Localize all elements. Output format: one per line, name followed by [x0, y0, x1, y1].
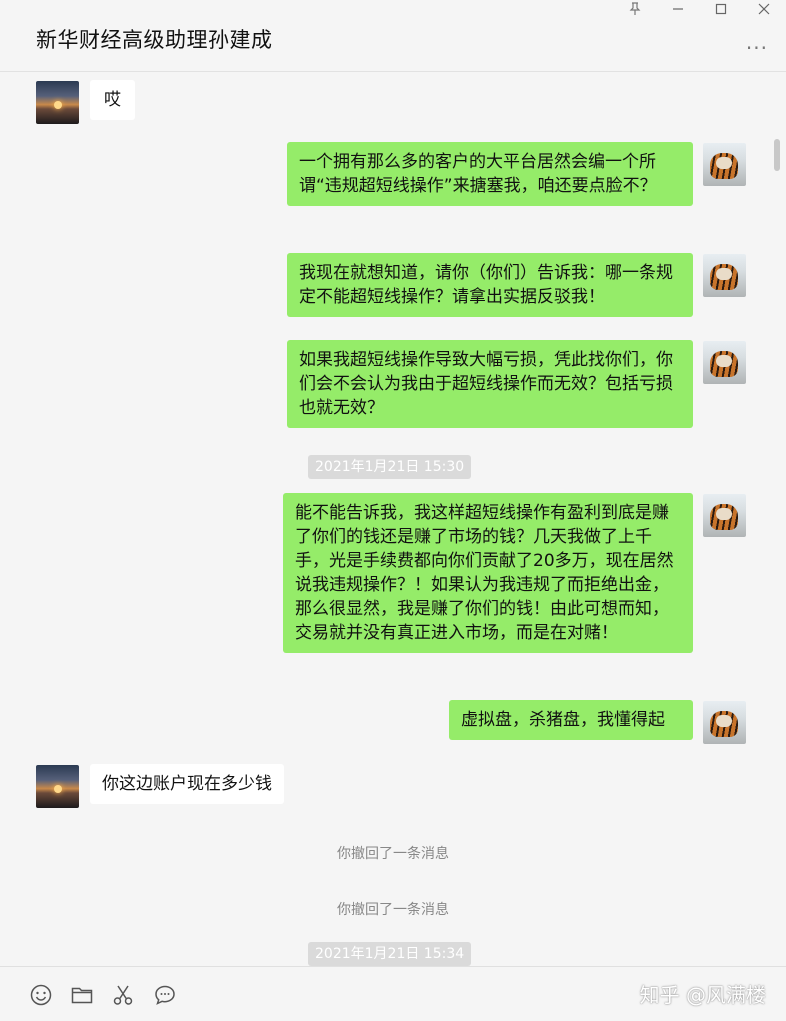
contact-avatar[interactable]: [36, 765, 79, 808]
emoji-icon[interactable]: [29, 983, 53, 1007]
pin-icon[interactable]: [624, 2, 646, 22]
more-options-button[interactable]: ···: [746, 36, 768, 60]
message-bubble-outgoing[interactable]: 能不能告诉我，我这样超短线操作有盈利到底是赚了你们的钱还是赚了市场的钱？几天我做…: [283, 493, 693, 653]
contact-avatar[interactable]: [36, 81, 79, 124]
message-bubble-incoming[interactable]: 你这边账户现在多少钱: [90, 764, 284, 804]
folder-icon[interactable]: [70, 983, 94, 1007]
self-avatar[interactable]: [703, 701, 746, 744]
input-toolbar: 知乎 @风满楼: [0, 966, 786, 1021]
chat-message-list[interactable]: 哎 一个拥有那么多的客户的大平台居然会编一个所谓“违规超短线操作”来搪塞我，咱还…: [0, 73, 786, 966]
self-avatar[interactable]: [703, 254, 746, 297]
scrollbar-thumb[interactable]: [774, 139, 780, 171]
message-bubble-outgoing[interactable]: 一个拥有那么多的客户的大平台居然会编一个所谓“违规超短线操作”来搪塞我，咱还要点…: [287, 142, 693, 206]
message-bubble-outgoing[interactable]: 如果我超短线操作导致大幅亏损，凭此找你们，你们会不会认为我由于超短线操作而无效？…: [287, 340, 693, 428]
chat-bubble-icon[interactable]: [153, 983, 177, 1007]
scissors-icon[interactable]: [111, 983, 135, 1007]
recall-notice: 你撤回了一条消息: [337, 902, 449, 918]
message-bubble-incoming[interactable]: 哎: [90, 80, 135, 120]
message-bubble-outgoing[interactable]: 虚拟盘，杀猪盘，我懂得起: [449, 700, 693, 740]
self-avatar[interactable]: [703, 341, 746, 384]
maximize-icon[interactable]: [710, 2, 732, 22]
recall-notice: 你撤回了一条消息: [337, 846, 449, 862]
message-bubble-outgoing[interactable]: 我现在就想知道，请你（你们）告诉我：哪一条规定不能超短线操作？请拿出实据反驳我！: [287, 253, 693, 317]
watermark: 知乎 @风满楼: [639, 983, 766, 1007]
timestamp-label: 2021年1月21日 15:34: [308, 942, 472, 966]
self-avatar[interactable]: [703, 494, 746, 537]
title-bar: 新华财经高级助理孙建成 ···: [0, 0, 786, 72]
minimize-icon[interactable]: [667, 2, 689, 22]
close-icon[interactable]: [753, 2, 775, 22]
self-avatar[interactable]: [703, 143, 746, 186]
chat-title: 新华财经高级助理孙建成: [36, 28, 273, 52]
timestamp-label: 2021年1月21日 15:30: [308, 455, 472, 479]
